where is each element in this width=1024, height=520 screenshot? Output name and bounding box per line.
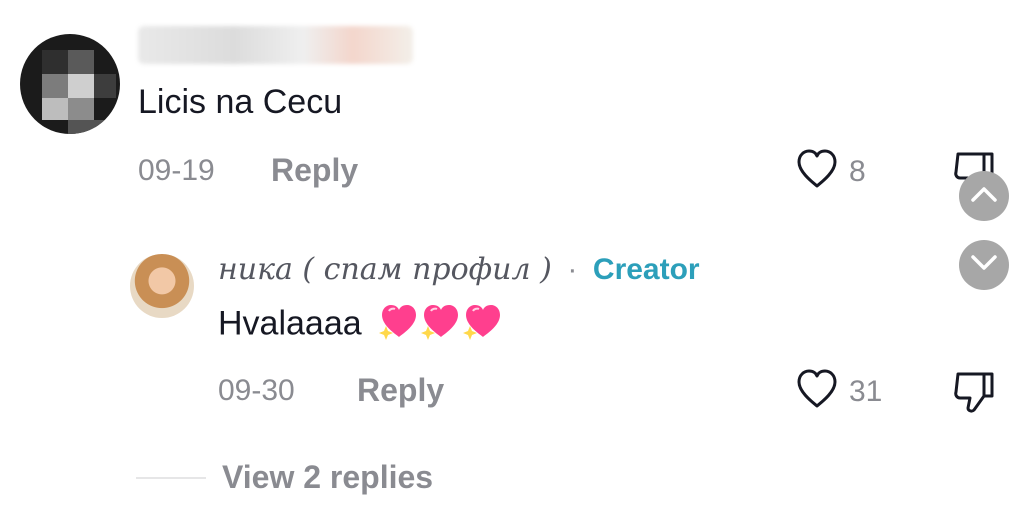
reply-date: 09-30 bbox=[218, 374, 295, 407]
reply-username[interactable]: ника ( спам профил ) bbox=[218, 252, 552, 287]
sparkling-heart-icon bbox=[379, 305, 417, 340]
separator-dot: · bbox=[567, 253, 578, 286]
reply-text-content: Hvalaaaa bbox=[218, 304, 362, 343]
reply-dislike-button[interactable] bbox=[952, 370, 998, 421]
sparkling-heart-icon bbox=[421, 305, 459, 340]
comment-avatar[interactable] bbox=[20, 34, 120, 134]
thumbs-down-icon bbox=[952, 372, 998, 420]
reply-text: Hvalaaaa bbox=[218, 301, 505, 350]
avatar-pixel bbox=[68, 120, 108, 134]
avatar-pixel bbox=[68, 50, 94, 74]
comment-text: Licis na Cecu bbox=[138, 83, 343, 121]
reply-username-line: ника ( спам профил ) · Creator bbox=[218, 252, 700, 288]
avatar-pixel bbox=[68, 74, 94, 98]
avatar-pixel bbox=[42, 50, 68, 74]
scroll-down-button[interactable] bbox=[959, 240, 1009, 290]
chevron-down-icon bbox=[970, 254, 998, 277]
comment-like-button[interactable]: 8 bbox=[795, 148, 866, 195]
sparkling-hearts-emoji bbox=[379, 301, 505, 350]
avatar-pixel bbox=[42, 98, 68, 120]
chevron-up-icon bbox=[970, 185, 998, 208]
comment-reply-button[interactable]: Reply bbox=[271, 152, 358, 188]
reply-avatar[interactable] bbox=[130, 254, 194, 318]
avatar-pixel bbox=[94, 74, 116, 98]
sparkling-heart-icon bbox=[463, 305, 501, 340]
reply-like-button[interactable]: 31 bbox=[795, 368, 882, 415]
avatar-pixel bbox=[68, 98, 94, 120]
view-replies-button[interactable]: View 2 replies bbox=[222, 458, 433, 496]
heart-icon bbox=[795, 368, 839, 415]
scroll-up-button[interactable] bbox=[959, 171, 1009, 221]
creator-badge: Creator bbox=[592, 253, 700, 286]
heart-icon bbox=[795, 148, 839, 195]
reply-like-count: 31 bbox=[849, 374, 883, 408]
comment-like-count: 8 bbox=[849, 154, 866, 188]
view-replies-divider bbox=[136, 477, 206, 479]
comment-date: 09-19 bbox=[138, 154, 215, 187]
avatar-pixel bbox=[42, 74, 68, 98]
comment-username-blurred[interactable] bbox=[138, 26, 413, 64]
reply-reply-button[interactable]: Reply bbox=[357, 372, 444, 408]
